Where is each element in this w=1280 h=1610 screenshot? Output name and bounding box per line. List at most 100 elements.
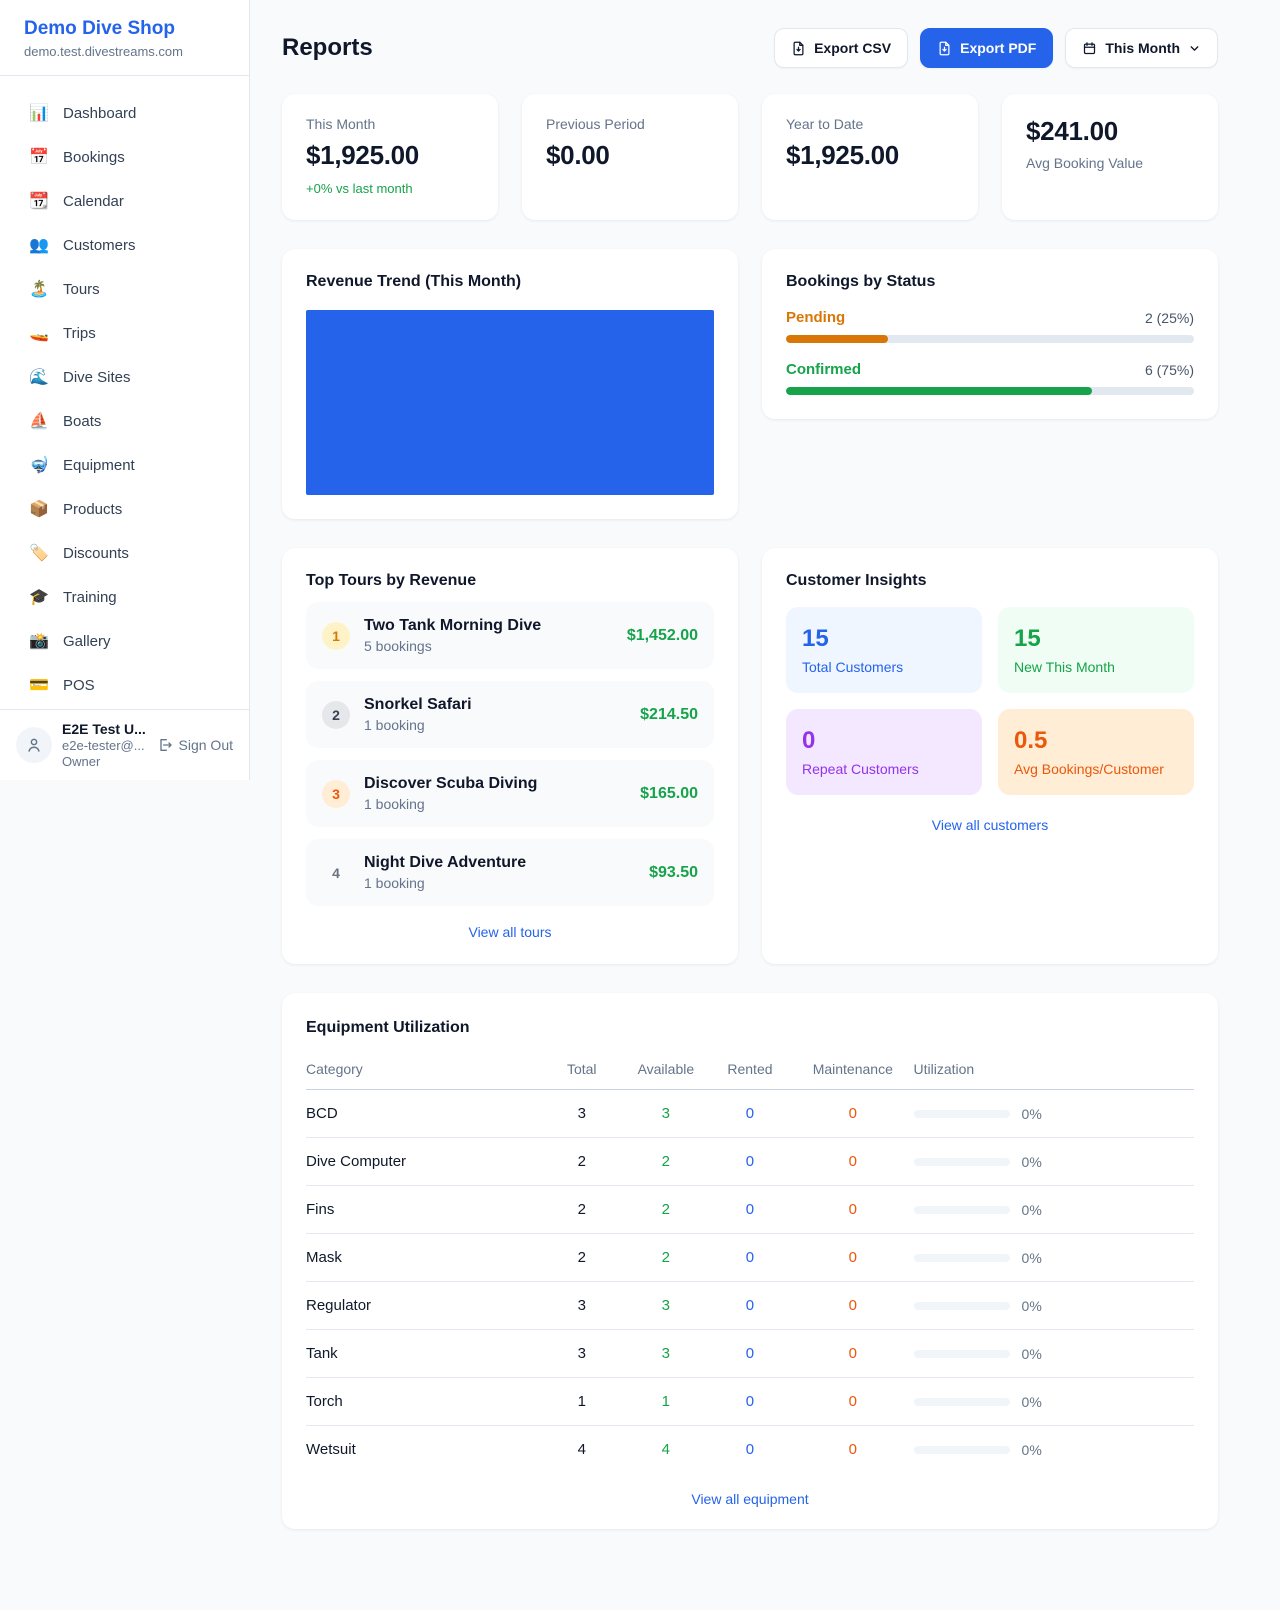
utilization-percent: 0% (1022, 1394, 1042, 1410)
credit-card-icon: 💳 (28, 678, 50, 694)
utilization-bar-track (914, 1350, 1010, 1358)
period-dropdown[interactable]: This Month (1065, 28, 1218, 68)
cell-maintenance: 0 (792, 1330, 914, 1378)
table-row: Fins 2 2 0 0 0% (306, 1186, 1194, 1234)
sidebar-item-discounts[interactable]: 🏷️ Discounts (12, 536, 237, 571)
sidebar-item-training[interactable]: 🎓 Training (12, 580, 237, 615)
calendar-icon (1082, 41, 1097, 56)
col-maintenance: Maintenance (792, 1051, 914, 1090)
cell-rented: 0 (708, 1090, 792, 1138)
view-all-tours-link[interactable]: View all tours (306, 924, 714, 940)
cell-category: Torch (306, 1378, 540, 1426)
utilization-bar-track (914, 1302, 1010, 1310)
insight-value: 15 (802, 625, 966, 653)
table-row: BCD 3 3 0 0 0% (306, 1090, 1194, 1138)
cell-available: 2 (624, 1138, 708, 1186)
cell-rented: 0 (708, 1426, 792, 1474)
revenue-trend-chart (306, 310, 714, 495)
sidebar-item-dive-sites[interactable]: 🌊 Dive Sites (12, 360, 237, 395)
table-row: Wetsuit 4 4 0 0 0% (306, 1426, 1194, 1474)
sidebar-item-products[interactable]: 📦 Products (12, 492, 237, 527)
status-row-confirmed: Confirmed 6 (75%) (786, 361, 1194, 395)
stat-value: $0.00 (546, 140, 714, 171)
camera-flash-icon: 📸 (28, 634, 50, 650)
tour-row[interactable]: 2 Snorkel Safari 1 booking $214.50 (306, 681, 714, 748)
utilization-percent: 0% (1022, 1106, 1042, 1122)
tour-row[interactable]: 1 Two Tank Morning Dive 5 bookings $1,45… (306, 602, 714, 669)
export-pdf-button[interactable]: Export PDF (920, 28, 1053, 68)
cell-rented: 0 (708, 1186, 792, 1234)
stat-label: Year to Date (786, 116, 954, 132)
equipment-utilization-title: Equipment Utilization (306, 1019, 1194, 1037)
sidebar-item-customers[interactable]: 👥 Customers (12, 228, 237, 263)
export-csv-button[interactable]: Export CSV (774, 28, 908, 68)
file-download-icon (937, 41, 952, 56)
cell-maintenance: 0 (792, 1378, 914, 1426)
cell-category: Fins (306, 1186, 540, 1234)
insight-value: 15 (1014, 625, 1178, 653)
view-all-equipment-link[interactable]: View all equipment (306, 1491, 1194, 1507)
sidebar-item-pos[interactable]: 💳 POS (12, 668, 237, 703)
stat-label: Previous Period (546, 116, 714, 132)
tour-bookings: 1 booking (364, 717, 472, 733)
tour-name: Discover Scuba Diving (364, 775, 537, 793)
top-tours-card: Top Tours by Revenue 1 Two Tank Morning … (282, 548, 738, 964)
sidebar-item-label: Tours (63, 281, 100, 298)
stat-card-previous-period: Previous Period $0.00 (522, 94, 738, 220)
diving-mask-icon: 🤿 (28, 458, 50, 474)
tour-row[interactable]: 3 Discover Scuba Diving 1 booking $165.0… (306, 760, 714, 827)
cell-available: 2 (624, 1234, 708, 1282)
equipment-utilization-card: Equipment Utilization Category Total Ava… (282, 993, 1218, 1529)
stat-label: This Month (306, 116, 474, 132)
bar-chart-icon: 📊 (28, 106, 50, 122)
cell-category: Regulator (306, 1282, 540, 1330)
col-rented: Rented (708, 1051, 792, 1090)
sidebar-item-label: Equipment (63, 457, 135, 474)
page-header: Reports Export CSV Export PDF (282, 28, 1218, 68)
sidebar-item-bookings[interactable]: 📅 Bookings (12, 140, 237, 175)
view-all-customers-link[interactable]: View all customers (786, 817, 1194, 833)
revenue-trend-card: Revenue Trend (This Month) (282, 249, 738, 519)
rank-badge: 2 (322, 701, 350, 729)
sign-out-button[interactable]: Sign Out (157, 737, 233, 753)
tour-revenue: $1,452.00 (627, 627, 698, 645)
sidebar-item-trips[interactable]: 🚤 Trips (12, 316, 237, 351)
sidebar-item-tours[interactable]: 🏝️ Tours (12, 272, 237, 307)
utilization-percent: 0% (1022, 1202, 1042, 1218)
sidebar-item-equipment[interactable]: 🤿 Equipment (12, 448, 237, 483)
cell-total: 3 (540, 1090, 624, 1138)
cell-total: 2 (540, 1186, 624, 1234)
sidebar-item-label: Calendar (63, 193, 124, 210)
user-role: Owner (62, 754, 146, 769)
insight-value: 0 (802, 727, 966, 755)
insight-label: Avg Bookings/Customer (1014, 761, 1178, 777)
cell-available: 3 (624, 1330, 708, 1378)
header-actions: Export CSV Export PDF This Month (774, 28, 1218, 68)
cell-maintenance: 0 (792, 1138, 914, 1186)
graduation-cap-icon: 🎓 (28, 590, 50, 606)
cell-category: Wetsuit (306, 1426, 540, 1474)
status-count: 6 (75%) (1145, 362, 1194, 378)
tear-off-calendar-icon: 📆 (28, 194, 50, 210)
sidebar-item-label: Dive Sites (63, 369, 131, 386)
cell-rented: 0 (708, 1138, 792, 1186)
equipment-table: Category Total Available Rented Maintena… (306, 1051, 1194, 1473)
table-row: Torch 1 1 0 0 0% (306, 1378, 1194, 1426)
revenue-trend-title: Revenue Trend (This Month) (306, 273, 714, 291)
sidebar-item-calendar[interactable]: 📆 Calendar (12, 184, 237, 219)
sidebar-item-dashboard[interactable]: 📊 Dashboard (12, 96, 237, 131)
sidebar-item-boats[interactable]: ⛵ Boats (12, 404, 237, 439)
tour-row[interactable]: 4 Night Dive Adventure 1 booking $93.50 (306, 839, 714, 906)
sidebar-header: Demo Dive Shop demo.test.divestreams.com (0, 0, 249, 76)
sidebar-item-label: Bookings (63, 149, 125, 166)
utilization-bar-track (914, 1398, 1010, 1406)
tour-bookings: 1 booking (364, 796, 537, 812)
cell-category: BCD (306, 1090, 540, 1138)
chevron-down-icon (1188, 42, 1201, 55)
utilization-bar-track (914, 1158, 1010, 1166)
sign-out-label: Sign Out (179, 737, 233, 753)
cell-available: 3 (624, 1090, 708, 1138)
sidebar-item-gallery[interactable]: 📸 Gallery (12, 624, 237, 659)
tour-name: Snorkel Safari (364, 696, 472, 714)
table-row: Regulator 3 3 0 0 0% (306, 1282, 1194, 1330)
